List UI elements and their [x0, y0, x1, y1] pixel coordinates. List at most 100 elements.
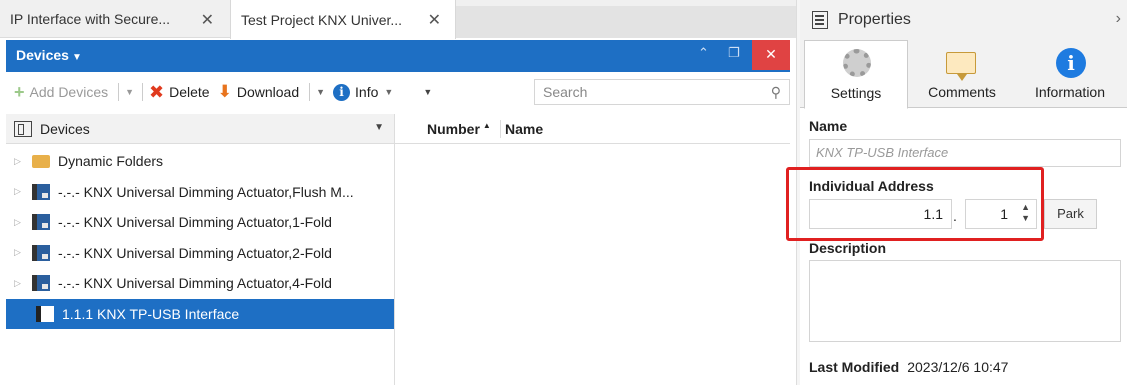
download-button[interactable]: ⬇ Download: [218, 82, 300, 102]
device-icon: [32, 214, 50, 231]
devices-icon: [14, 120, 32, 137]
tab-settings[interactable]: Settings: [804, 40, 908, 109]
info-dropdown-icon: ▼: [384, 87, 394, 97]
properties-icon: [812, 11, 828, 29]
add-devices-button[interactable]: + Add Devices: [14, 82, 108, 103]
tree-view-selector[interactable]: Devices ▼: [6, 114, 394, 144]
download-label: Download: [236, 84, 300, 100]
download-dropdown-icon[interactable]: ▼: [316, 87, 325, 97]
tree-header-label: Devices: [40, 120, 90, 137]
tree-item-label: -.-.- KNX Universal Dimming Actuator,Flu…: [58, 183, 354, 200]
tree-item-device[interactable]: ▷ -.-.- KNX Universal Dimming Actuator,F…: [6, 177, 394, 208]
info-label: Info: [355, 84, 379, 100]
tab-comments[interactable]: Comments: [910, 40, 1014, 108]
tab-label: Test Project KNX Univer...: [241, 11, 403, 28]
close-icon[interactable]: ✕: [428, 10, 441, 30]
properties-header: Properties ›: [800, 0, 1127, 40]
search-input[interactable]: Search ⚲: [534, 79, 790, 105]
tab-strip-empty: [456, 6, 796, 38]
tab-test-project[interactable]: Test Project KNX Univer... ✕: [230, 0, 456, 39]
device-icon: [32, 275, 50, 292]
close-panel-button[interactable]: ✕: [752, 40, 790, 70]
properties-tabs: Settings Comments i Information: [800, 40, 1127, 109]
expand-arrow-icon[interactable]: ▷: [14, 186, 32, 197]
interface-device-icon: [36, 305, 54, 322]
last-modified-value: 2023/12/6 10:47: [907, 359, 1009, 375]
tree-item-device[interactable]: ▷ -.-.- KNX Universal Dimming Actuator,2…: [6, 238, 394, 269]
delete-button[interactable]: ✖ Delete: [149, 82, 210, 103]
toolbar-divider: [142, 83, 144, 101]
gear-icon: [843, 49, 871, 77]
description-label: Description: [809, 240, 887, 256]
name-label: Name: [809, 118, 848, 134]
search-placeholder: Search: [543, 84, 588, 100]
expand-arrow-icon[interactable]: ▷: [14, 247, 32, 258]
address-device-stepper[interactable]: 1 ▲ ▼: [965, 199, 1037, 229]
comment-icon: [946, 52, 976, 81]
devices-menu-button[interactable]: Devices ▼: [16, 47, 82, 63]
tab-ip-interface[interactable]: IP Interface with Secure... ✕: [0, 0, 228, 38]
toolbar-divider: [309, 83, 311, 101]
tree-item-label: 1.1.1 KNX TP-USB Interface: [62, 305, 240, 322]
panel-splitter[interactable]: [394, 114, 395, 385]
column-header-name[interactable]: Name: [505, 121, 543, 137]
park-button[interactable]: Park: [1044, 199, 1097, 229]
tab-label: Information: [1034, 84, 1106, 100]
expand-arrow-icon[interactable]: ▷: [14, 156, 32, 167]
tree-item-label: Dynamic Folders: [58, 153, 164, 170]
device-tree: ▷ Dynamic Folders ▷ -.-.- KNX Universal …: [6, 146, 394, 329]
description-textarea[interactable]: [809, 260, 1121, 342]
plus-icon: +: [14, 81, 25, 102]
delete-label: Delete: [169, 84, 210, 100]
individual-address-label: Individual Address: [809, 178, 934, 194]
expand-arrow-icon[interactable]: ▷: [14, 278, 32, 289]
delete-x-icon: ✖: [149, 81, 165, 102]
caret-down-icon: ▼: [71, 52, 82, 63]
tree-item-dynamic-folders[interactable]: ▷ Dynamic Folders: [6, 146, 394, 177]
tree-item-label: -.-.- KNX Universal Dimming Actuator,1-F…: [58, 214, 332, 231]
tree-item-label: -.-.- KNX Universal Dimming Actuator,4-F…: [58, 275, 332, 292]
name-placeholder: KNX TP-USB Interface: [816, 145, 949, 160]
name-field[interactable]: KNX TP-USB Interface: [809, 139, 1121, 167]
tab-information[interactable]: i Information: [1018, 40, 1122, 108]
tab-label: IP Interface with Secure...: [10, 11, 171, 27]
add-devices-label: Add Devices: [29, 84, 109, 100]
device-icon: [32, 244, 50, 261]
tree-item-device[interactable]: ▷ -.-.- KNX Universal Dimming Actuator,4…: [6, 268, 394, 299]
properties-title: Properties: [838, 11, 911, 28]
toolbar-overflow-dropdown-icon[interactable]: ▼: [423, 87, 432, 97]
info-icon: i: [333, 83, 351, 101]
properties-panel: Properties › Settings Comments i Informa…: [786, 0, 1127, 385]
last-modified-label: Last Modified: [809, 359, 900, 375]
document-tab-bar: IP Interface with Secure... ✕ Test Proje…: [0, 0, 796, 39]
devices-panel-header: Devices ▼ ⌃ ❐ ✕: [6, 40, 790, 72]
collapse-up-icon[interactable]: ⌃: [698, 45, 709, 61]
download-arrow-icon: ⬇: [217, 82, 232, 101]
chevron-right-icon[interactable]: ›: [1116, 10, 1121, 28]
info-button[interactable]: i Info ▼: [333, 83, 394, 101]
restore-window-icon[interactable]: ❐: [728, 45, 740, 61]
device-icon: [32, 183, 50, 200]
chevron-down-icon: ▼: [374, 122, 384, 133]
column-divider[interactable]: [500, 120, 501, 138]
sort-ascending-icon: ▲: [482, 120, 491, 130]
expand-arrow-icon[interactable]: ▷: [14, 217, 32, 228]
address-separator: .: [953, 208, 957, 224]
tab-label: Comments: [928, 84, 996, 100]
close-icon[interactable]: ✕: [201, 10, 214, 30]
toolbar-divider: [118, 83, 120, 101]
devices-panel-title: Devices: [16, 47, 69, 63]
spinner-arrows-icon[interactable]: ▲ ▼: [1021, 202, 1030, 224]
add-devices-dropdown-icon[interactable]: ▼: [125, 87, 134, 97]
tab-label: Settings: [830, 85, 882, 101]
folder-icon: [32, 154, 50, 168]
tree-item-device[interactable]: ▷ -.-.- KNX Universal Dimming Actuator,1…: [6, 207, 394, 238]
column-header-number[interactable]: Number ▲: [427, 121, 491, 137]
address-area-line-field[interactable]: 1.1: [809, 199, 952, 229]
info-icon: i: [1056, 48, 1086, 78]
search-icon: ⚲: [770, 84, 781, 100]
tree-item-selected-interface[interactable]: 1.1.1 KNX TP-USB Interface: [6, 298, 394, 329]
tree-item-label: -.-.- KNX Universal Dimming Actuator,2-F…: [58, 244, 332, 261]
last-modified: Last Modified 2023/12/6 10:47: [809, 359, 1008, 375]
devices-toolbar: + Add Devices ▼ ✖ Delete ⬇ Download ▼ i …: [6, 74, 790, 110]
